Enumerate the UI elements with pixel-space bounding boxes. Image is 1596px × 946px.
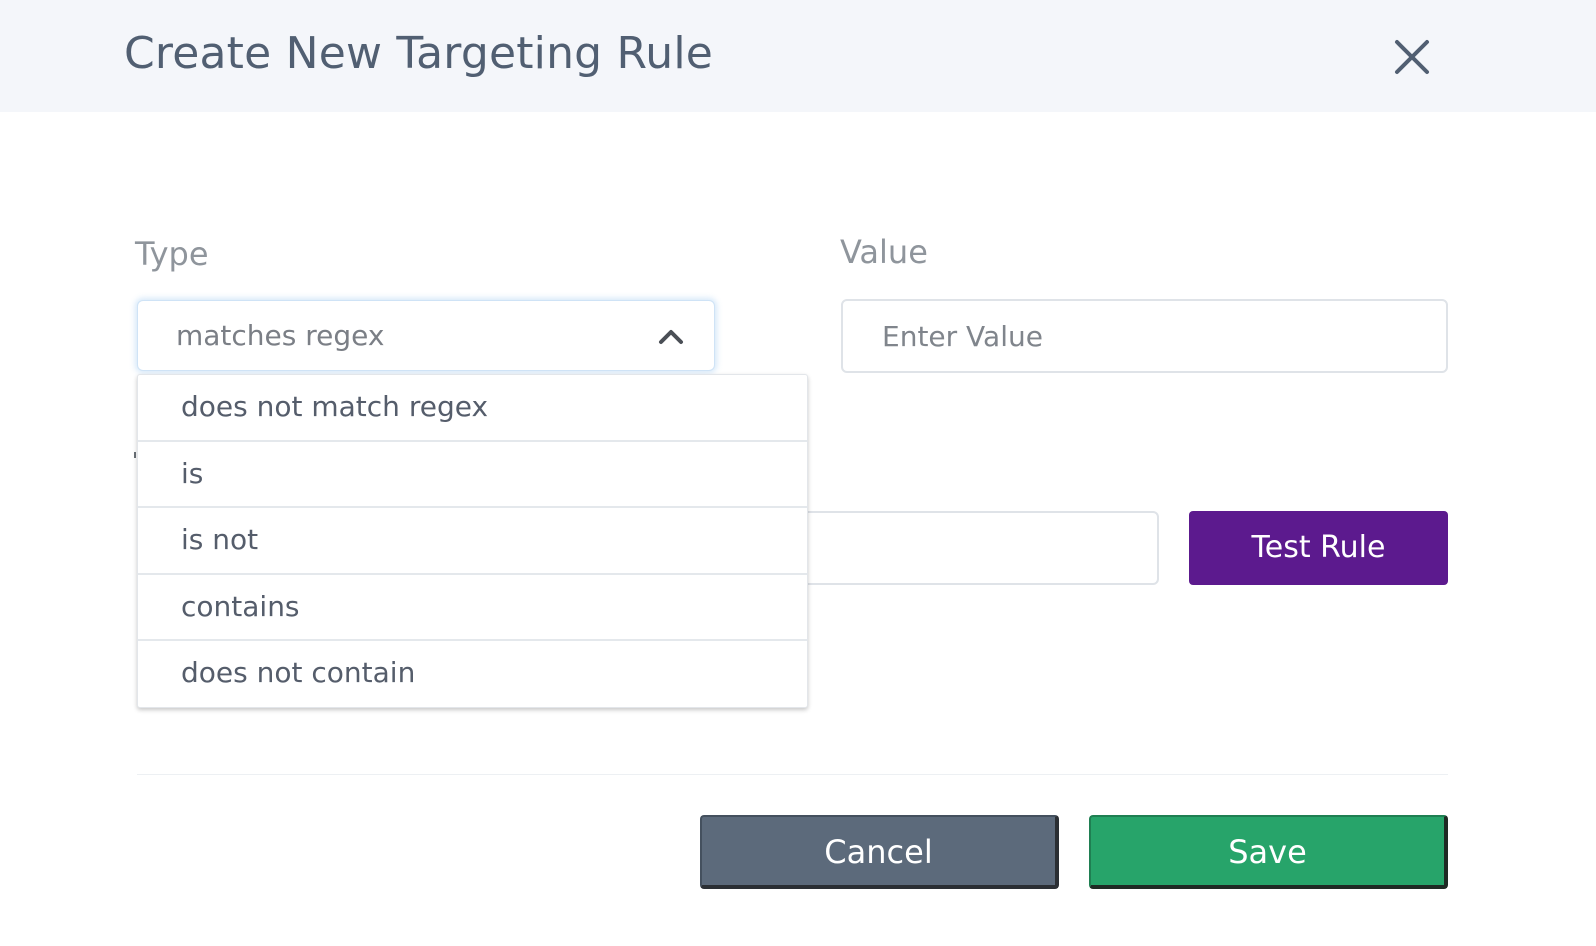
close-button[interactable] (1392, 37, 1432, 77)
dropdown-option-is-not[interactable]: is not (138, 508, 807, 575)
save-button[interactable]: Save (1089, 815, 1448, 889)
test-rule-button[interactable]: Test Rule (1189, 511, 1448, 585)
hidden-label-fragment (134, 452, 136, 458)
modal-header: Create New Targeting Rule (0, 0, 1596, 112)
type-dropdown-menu: does not match regex is is not contains … (137, 374, 808, 708)
chevron-up-icon (659, 330, 683, 344)
targeting-rule-modal: Create New Targeting Rule Type Value mat… (0, 0, 1596, 946)
cancel-button[interactable]: Cancel (700, 815, 1059, 889)
value-label: Value (840, 233, 928, 271)
type-select-value: matches regex (176, 319, 385, 352)
dropdown-option-is[interactable]: is (138, 442, 807, 509)
type-label: Type (135, 235, 209, 273)
type-select[interactable]: matches regex (137, 300, 715, 371)
dropdown-option-does-not-contain[interactable]: does not contain (138, 641, 807, 707)
close-icon (1395, 40, 1429, 74)
dropdown-option-contains[interactable]: contains (138, 575, 807, 642)
dropdown-option-does-not-match-regex[interactable]: does not match regex (138, 375, 807, 442)
modal-title: Create New Targeting Rule (124, 28, 714, 79)
value-input[interactable] (841, 299, 1448, 373)
footer-divider (137, 774, 1448, 775)
